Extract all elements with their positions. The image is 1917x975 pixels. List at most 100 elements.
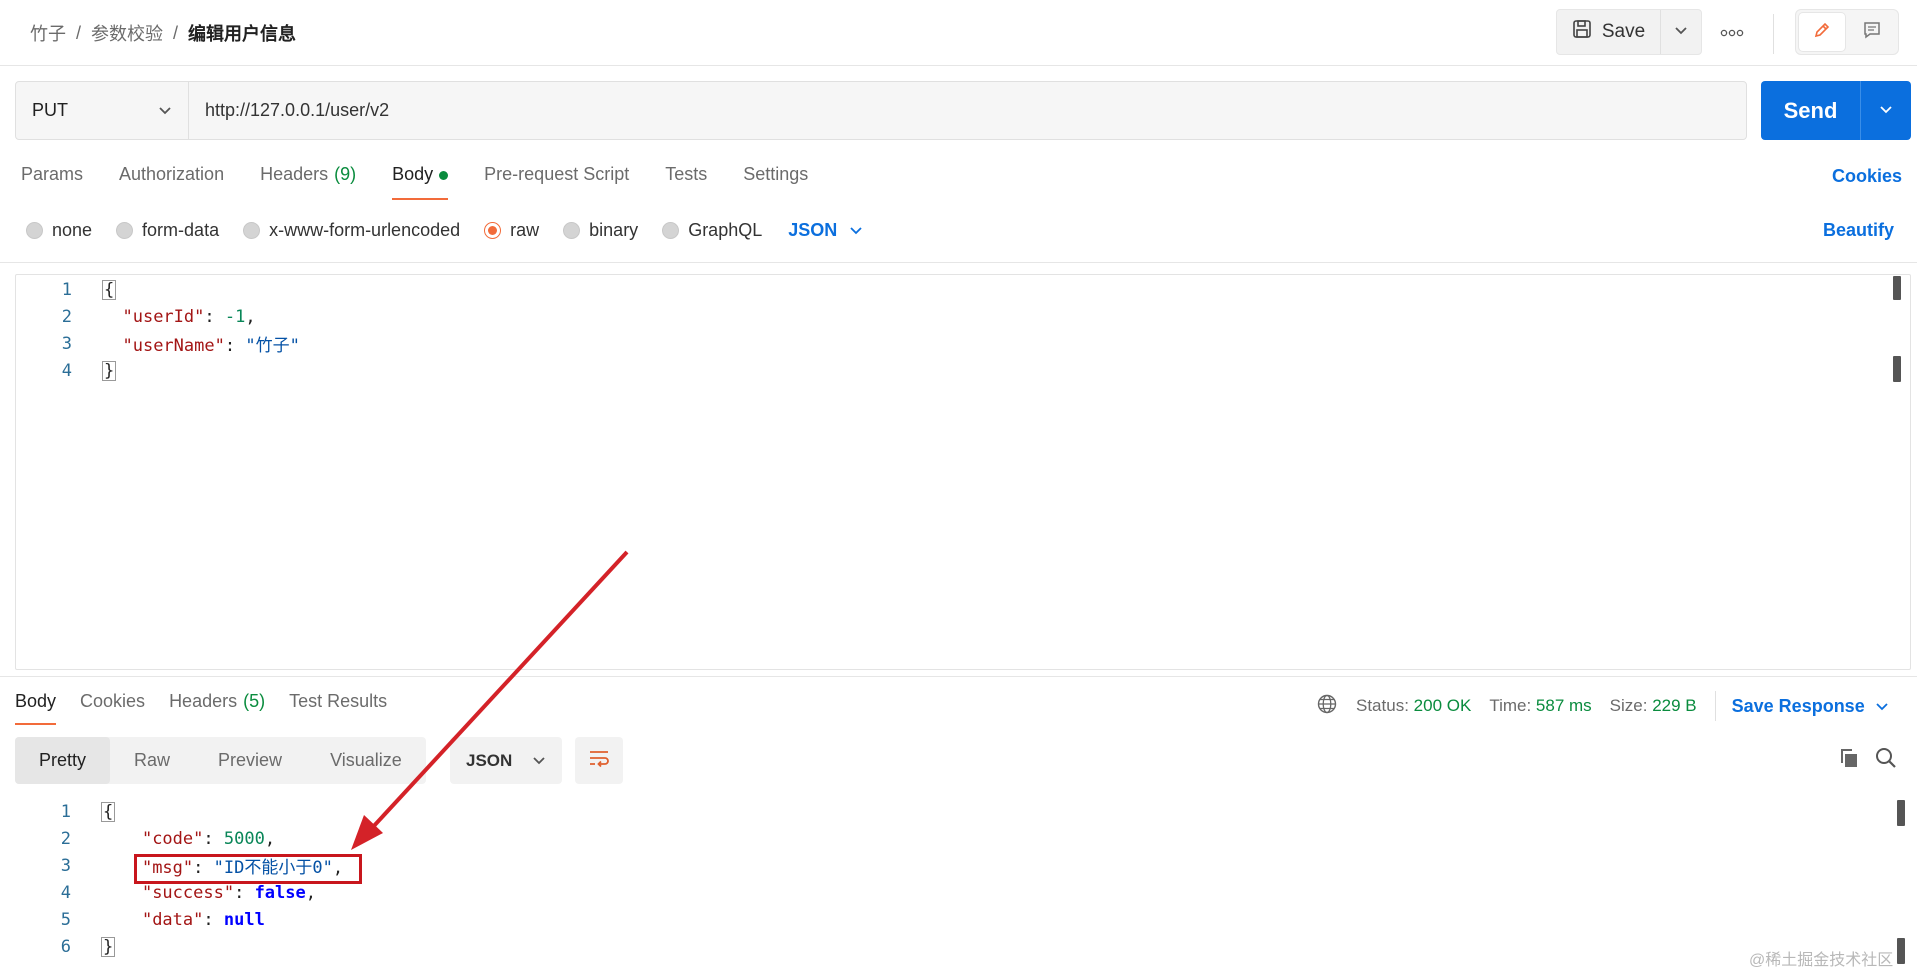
annotation-highlight-box [134, 854, 362, 884]
chevron-down-icon [532, 751, 546, 771]
radio-label: form-data [142, 220, 220, 240]
tab-tests[interactable]: Tests [665, 164, 707, 200]
radio-graphql[interactable]: GraphQL [662, 220, 762, 241]
code-line: 6 } [15, 933, 116, 960]
json-key: "userId" [122, 306, 205, 327]
globe-icon[interactable] [1316, 693, 1338, 720]
editor-mode-toggle [1795, 9, 1899, 55]
code-line: 3 "msg": "ID不能小于0", [15, 852, 343, 879]
tab-label: Headers [169, 691, 238, 711]
beautify-button[interactable]: Beautify [1823, 220, 1894, 241]
viewer-scrollbar[interactable] [1897, 938, 1905, 964]
json-value: "竹子" [245, 336, 300, 356]
request-body-editor[interactable]: 1 { 2 "userId": -1, 3 "userName": "竹子" 4… [15, 274, 1911, 670]
save-response-button[interactable]: Save Response [1714, 691, 1889, 721]
tab-label: Authorization [119, 164, 225, 184]
more-icon [1720, 24, 1744, 40]
tab-label: Pre-request Script [484, 164, 630, 184]
save-button[interactable]: Save [1557, 10, 1661, 54]
radio-label: binary [589, 220, 639, 240]
tab-pre-request-script[interactable]: Pre-request Script [484, 164, 629, 200]
radio-none[interactable]: none [26, 220, 92, 241]
chevron-down-icon [1875, 696, 1889, 717]
json-trail: , [264, 828, 276, 849]
save-label: Save [1601, 21, 1646, 42]
radio-form-data[interactable]: form-data [116, 220, 219, 241]
response-language-select[interactable]: JSON [450, 737, 562, 784]
time-label: Time: [1489, 696, 1532, 715]
code-text: } [102, 360, 117, 381]
radio-binary[interactable]: binary [563, 220, 638, 241]
wrap-lines-button[interactable] [575, 737, 623, 784]
response-tab-cookies[interactable]: Cookies [80, 691, 145, 725]
url-input[interactable]: http://127.0.0.1/user/v2 [189, 82, 1746, 139]
response-tab-body[interactable]: Body [15, 691, 57, 725]
comments-mode-button[interactable] [1849, 13, 1895, 51]
code-text: } [101, 936, 116, 957]
editor-scrollbar[interactable] [1893, 276, 1901, 300]
json-trail: , [305, 882, 316, 903]
search-icon[interactable] [1874, 746, 1898, 775]
divider [0, 262, 1917, 263]
viewer-scrollbar[interactable] [1897, 800, 1905, 826]
headers-count: (9) [334, 164, 357, 184]
json-value: null [223, 909, 265, 930]
cookies-link[interactable]: Cookies [1832, 166, 1902, 187]
tab-authorization[interactable]: Authorization [119, 164, 224, 200]
tab-params[interactable]: Params [21, 164, 83, 200]
radio-raw[interactable]: raw [484, 220, 539, 241]
send-options-button[interactable] [1861, 81, 1911, 140]
response-tab-test-results[interactable]: Test Results [289, 691, 387, 725]
radio-circle [26, 222, 43, 239]
line-number: 1 [60, 801, 71, 822]
editor-scrollbar[interactable] [1893, 356, 1901, 382]
status-info[interactable]: Status: 200 OK [1356, 696, 1471, 716]
chevron-down-icon [158, 100, 172, 121]
more-options-button[interactable] [1710, 18, 1754, 46]
response-tabs: Body Cookies Headers (5) Test Results [15, 691, 387, 725]
radio-circle [116, 222, 134, 239]
json-value: false [254, 882, 306, 903]
view-pretty-button[interactable]: Pretty [15, 737, 111, 784]
radio-circle [243, 222, 261, 239]
view-preview-button[interactable]: Preview [194, 737, 306, 784]
line-number: 2 [61, 306, 72, 327]
breadcrumb-current-request[interactable]: 编辑用户信息 [188, 20, 296, 46]
save-options-button[interactable] [1661, 10, 1701, 54]
edit-mode-button[interactable] [1799, 13, 1845, 51]
response-language-value: JSON [466, 750, 513, 770]
save-icon [1572, 19, 1592, 45]
time-info[interactable]: Time: 587 ms [1489, 696, 1591, 716]
time-value: 587 ms [1535, 696, 1592, 715]
tab-settings[interactable]: Settings [743, 164, 808, 200]
tab-headers[interactable]: Headers (9) [260, 164, 356, 200]
json-value: 5000 [223, 828, 265, 849]
http-method-select[interactable]: PUT [16, 82, 189, 139]
tab-label: Body [392, 164, 434, 184]
body-language-select[interactable]: JSON [788, 220, 863, 241]
line-number: 1 [61, 279, 72, 300]
chevron-down-icon [849, 220, 863, 241]
response-tab-headers[interactable]: Headers (5) [169, 691, 265, 725]
json-trail: , [245, 306, 256, 327]
response-body-viewer[interactable]: 1 { 2 "code": 5000, 3 "msg": "ID不能小于0", … [15, 798, 1911, 975]
view-raw-button[interactable]: Raw [110, 737, 194, 784]
radio-x-www-form-urlencoded[interactable]: x-www-form-urlencoded [243, 220, 460, 241]
breadcrumb-item-workspace[interactable]: 竹子 [30, 20, 66, 46]
view-visualize-button[interactable]: Visualize [306, 737, 426, 784]
line-number: 4 [60, 882, 71, 903]
divider [0, 676, 1917, 677]
status-label: Status: [1356, 696, 1409, 715]
breadcrumb-item-collection[interactable]: 参数校验 [91, 20, 163, 46]
tab-body[interactable]: Body [392, 164, 449, 200]
size-info[interactable]: Size: 229 B [1610, 696, 1697, 716]
copy-icon[interactable] [1837, 746, 1861, 775]
send-button[interactable]: Send [1761, 81, 1861, 140]
response-view-modes: Pretty Raw Preview Visualize [15, 737, 426, 784]
size-value: 229 B [1652, 696, 1697, 715]
comment-icon [1862, 20, 1882, 45]
send-button-group: Send [1761, 81, 1911, 140]
pencil-icon [1812, 20, 1832, 45]
tab-label: Settings [743, 164, 809, 184]
line-number: 6 [60, 936, 71, 957]
